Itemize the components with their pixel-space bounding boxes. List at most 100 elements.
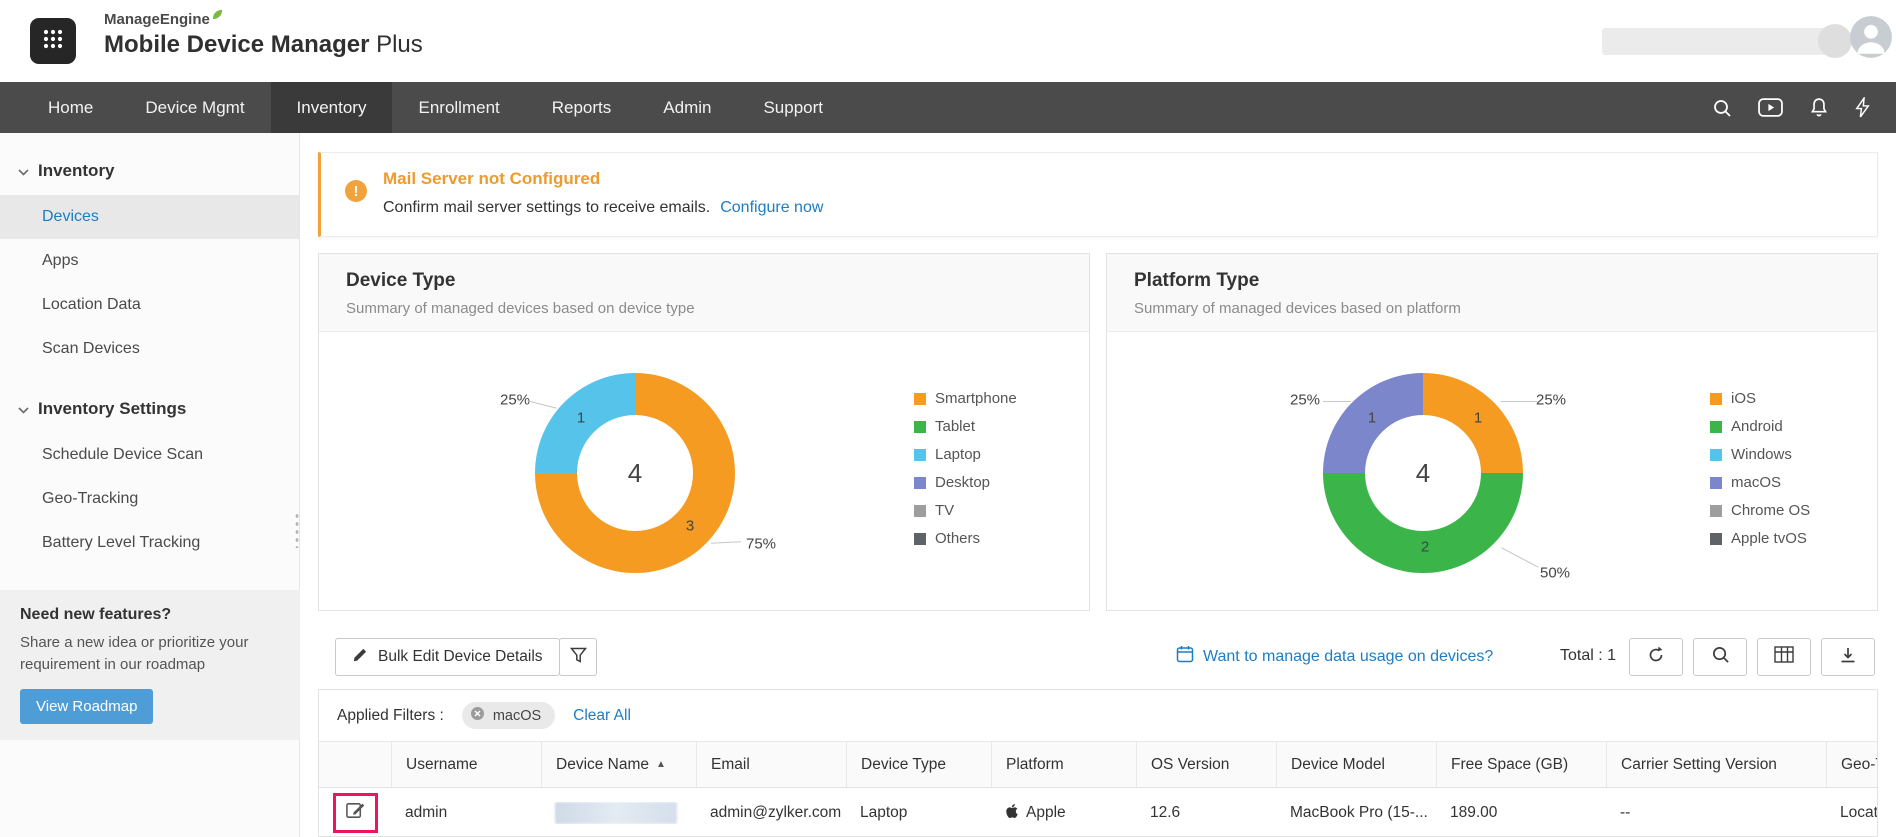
masked-profile-icon — [1818, 24, 1852, 58]
redacted-device-name — [555, 802, 677, 824]
sidebar-section-title: Inventory — [38, 161, 115, 180]
column-header-carrier-setting-version[interactable]: Carrier Setting Version — [1606, 742, 1826, 787]
legend-item[interactable]: Apple tvOS — [1710, 530, 1810, 547]
leader-line — [1323, 401, 1351, 402]
sidebar-item-battery-level-tracking[interactable]: Battery Level Tracking — [0, 521, 299, 565]
bulk-edit-device-details-button[interactable]: Bulk Edit Device Details — [335, 638, 560, 676]
nav-item-admin[interactable]: Admin — [637, 82, 737, 133]
segment-value-label: 3 — [685, 517, 695, 535]
legend-swatch — [1710, 476, 1722, 489]
card-title: Platform Type — [1134, 270, 1260, 291]
donut-total: 4 — [1365, 415, 1481, 531]
card-title: Device Type — [346, 270, 456, 291]
table-row[interactable]: admin admin@zylker.com Laptop Apple 12.6… — [319, 788, 1877, 836]
cell-os-version: 12.6 — [1150, 804, 1181, 821]
sidebar-section-inventory-settings[interactable]: Inventory Settings — [0, 371, 299, 433]
column-header-email[interactable]: Email — [696, 742, 846, 787]
column-header-device-name[interactable]: Device Name ▲ — [541, 742, 696, 787]
legend-label: Others — [935, 530, 981, 547]
device-type-card: Device Type Summary of managed devices b… — [318, 253, 1090, 611]
alert-title: Mail Server not Configured — [383, 169, 601, 188]
legend-item[interactable]: Smartphone — [914, 390, 1017, 407]
table-header-actions — [319, 742, 391, 787]
legend-label: TV — [935, 502, 955, 519]
video-tutorials-icon[interactable] — [1758, 98, 1783, 117]
data-usage-link-label: Want to manage data usage on devices? — [1203, 647, 1494, 665]
clear-all-link[interactable]: Clear All — [573, 707, 631, 725]
leader-line — [710, 541, 742, 544]
nav-item-enrollment[interactable]: Enrollment — [392, 82, 525, 133]
sidebar-item-geo-tracking[interactable]: Geo-Tracking — [0, 477, 299, 521]
page-title: Mobile Device Manager Plus — [104, 31, 423, 59]
column-header-device-model[interactable]: Device Model — [1276, 742, 1436, 787]
legend-item[interactable]: Others — [914, 530, 1017, 547]
sidebar: Inventory Devices Apps Location Data Sca… — [0, 133, 300, 837]
filter-button[interactable] — [559, 638, 597, 676]
legend-swatch — [1710, 504, 1722, 517]
leader-line — [1501, 547, 1539, 568]
legend-item[interactable]: Laptop — [914, 446, 1017, 463]
column-header-platform[interactable]: Platform — [991, 742, 1136, 787]
column-view-button[interactable] — [1757, 638, 1811, 676]
notifications-bell-icon[interactable] — [1809, 97, 1829, 118]
column-header-free-space[interactable]: Free Space (GB) — [1436, 742, 1606, 787]
platform-type-legend: iOS Android Windows macOS Chrome OS Appl… — [1710, 390, 1810, 547]
legend-label: macOS — [1731, 474, 1782, 491]
cell-free-space: 189.00 — [1450, 804, 1498, 821]
nav-item-inventory[interactable]: Inventory — [270, 82, 393, 133]
sidebar-item-location-data[interactable]: Location Data — [0, 283, 299, 327]
annotation-highlight-box — [332, 793, 378, 833]
column-header-geo-tracking[interactable]: Geo-T — [1826, 742, 1877, 787]
remove-filter-icon[interactable] — [470, 706, 485, 725]
user-avatar[interactable] — [1850, 16, 1892, 58]
column-header-username[interactable]: Username — [391, 742, 541, 787]
sidebar-item-devices[interactable]: Devices — [0, 195, 299, 239]
sidebar-item-apps[interactable]: Apps — [0, 239, 299, 283]
top-header: ManageEngine Mobile Device Manager Plus — [0, 0, 1896, 82]
promo-title: Need new features? — [20, 606, 172, 623]
legend-label: Chrome OS — [1731, 502, 1811, 519]
legend-label: Laptop — [935, 446, 981, 463]
legend-item[interactable]: Desktop — [914, 474, 1017, 491]
sidebar-item-scan-devices[interactable]: Scan Devices — [0, 327, 299, 371]
configure-now-link[interactable]: Configure now — [720, 199, 823, 217]
table-search-button[interactable] — [1693, 638, 1747, 676]
view-roadmap-button[interactable]: View Roadmap — [20, 688, 154, 724]
download-icon — [1839, 646, 1857, 669]
refresh-button[interactable] — [1629, 638, 1683, 676]
row-actions-cell — [319, 793, 391, 833]
legend-item[interactable]: iOS — [1710, 390, 1810, 407]
legend-item[interactable]: Chrome OS — [1710, 502, 1810, 519]
legend-item[interactable]: Windows — [1710, 446, 1810, 463]
legend-item[interactable]: macOS — [1710, 474, 1810, 491]
sidebar-item-schedule-device-scan[interactable]: Schedule Device Scan — [0, 433, 299, 477]
export-button[interactable] — [1821, 638, 1875, 676]
column-header-device-type[interactable]: Device Type — [846, 742, 991, 787]
filter-chip-label: macOS — [492, 707, 542, 724]
segment-pct-label: 25% — [1289, 391, 1321, 409]
sidebar-section-inventory[interactable]: Inventory — [0, 133, 299, 195]
nav-item-reports[interactable]: Reports — [526, 82, 638, 133]
funnel-icon — [569, 647, 587, 667]
column-header-os-version[interactable]: OS Version — [1136, 742, 1276, 787]
table-grid-icon — [1774, 646, 1794, 668]
legend-item[interactable]: Android — [1710, 418, 1810, 435]
product-suffix: Plus — [376, 31, 423, 58]
legend-item[interactable]: Tablet — [914, 418, 1017, 435]
legend-label: Apple tvOS — [1731, 530, 1807, 547]
quick-actions-flash-icon[interactable] — [1855, 97, 1870, 118]
nav-item-home[interactable]: Home — [22, 82, 119, 133]
donut-total: 4 — [577, 415, 693, 531]
nav-item-device-mgmt[interactable]: Device Mgmt — [119, 82, 270, 133]
edit-device-icon[interactable] — [345, 800, 366, 826]
filter-chip-macos[interactable]: macOS — [461, 702, 556, 729]
total-count: Total : 1 — [1560, 647, 1617, 664]
table-toolbar — [1629, 638, 1875, 676]
apps-grid-button[interactable] — [30, 18, 76, 64]
nav-item-support[interactable]: Support — [737, 82, 849, 133]
legend-item[interactable]: TV — [914, 502, 1017, 519]
devices-table-container: Applied Filters : macOS Clear All Userna… — [318, 689, 1878, 837]
search-icon[interactable] — [1712, 98, 1732, 118]
data-usage-link[interactable]: Want to manage data usage on devices? — [1176, 645, 1493, 668]
segment-value-label: 2 — [1420, 538, 1430, 556]
